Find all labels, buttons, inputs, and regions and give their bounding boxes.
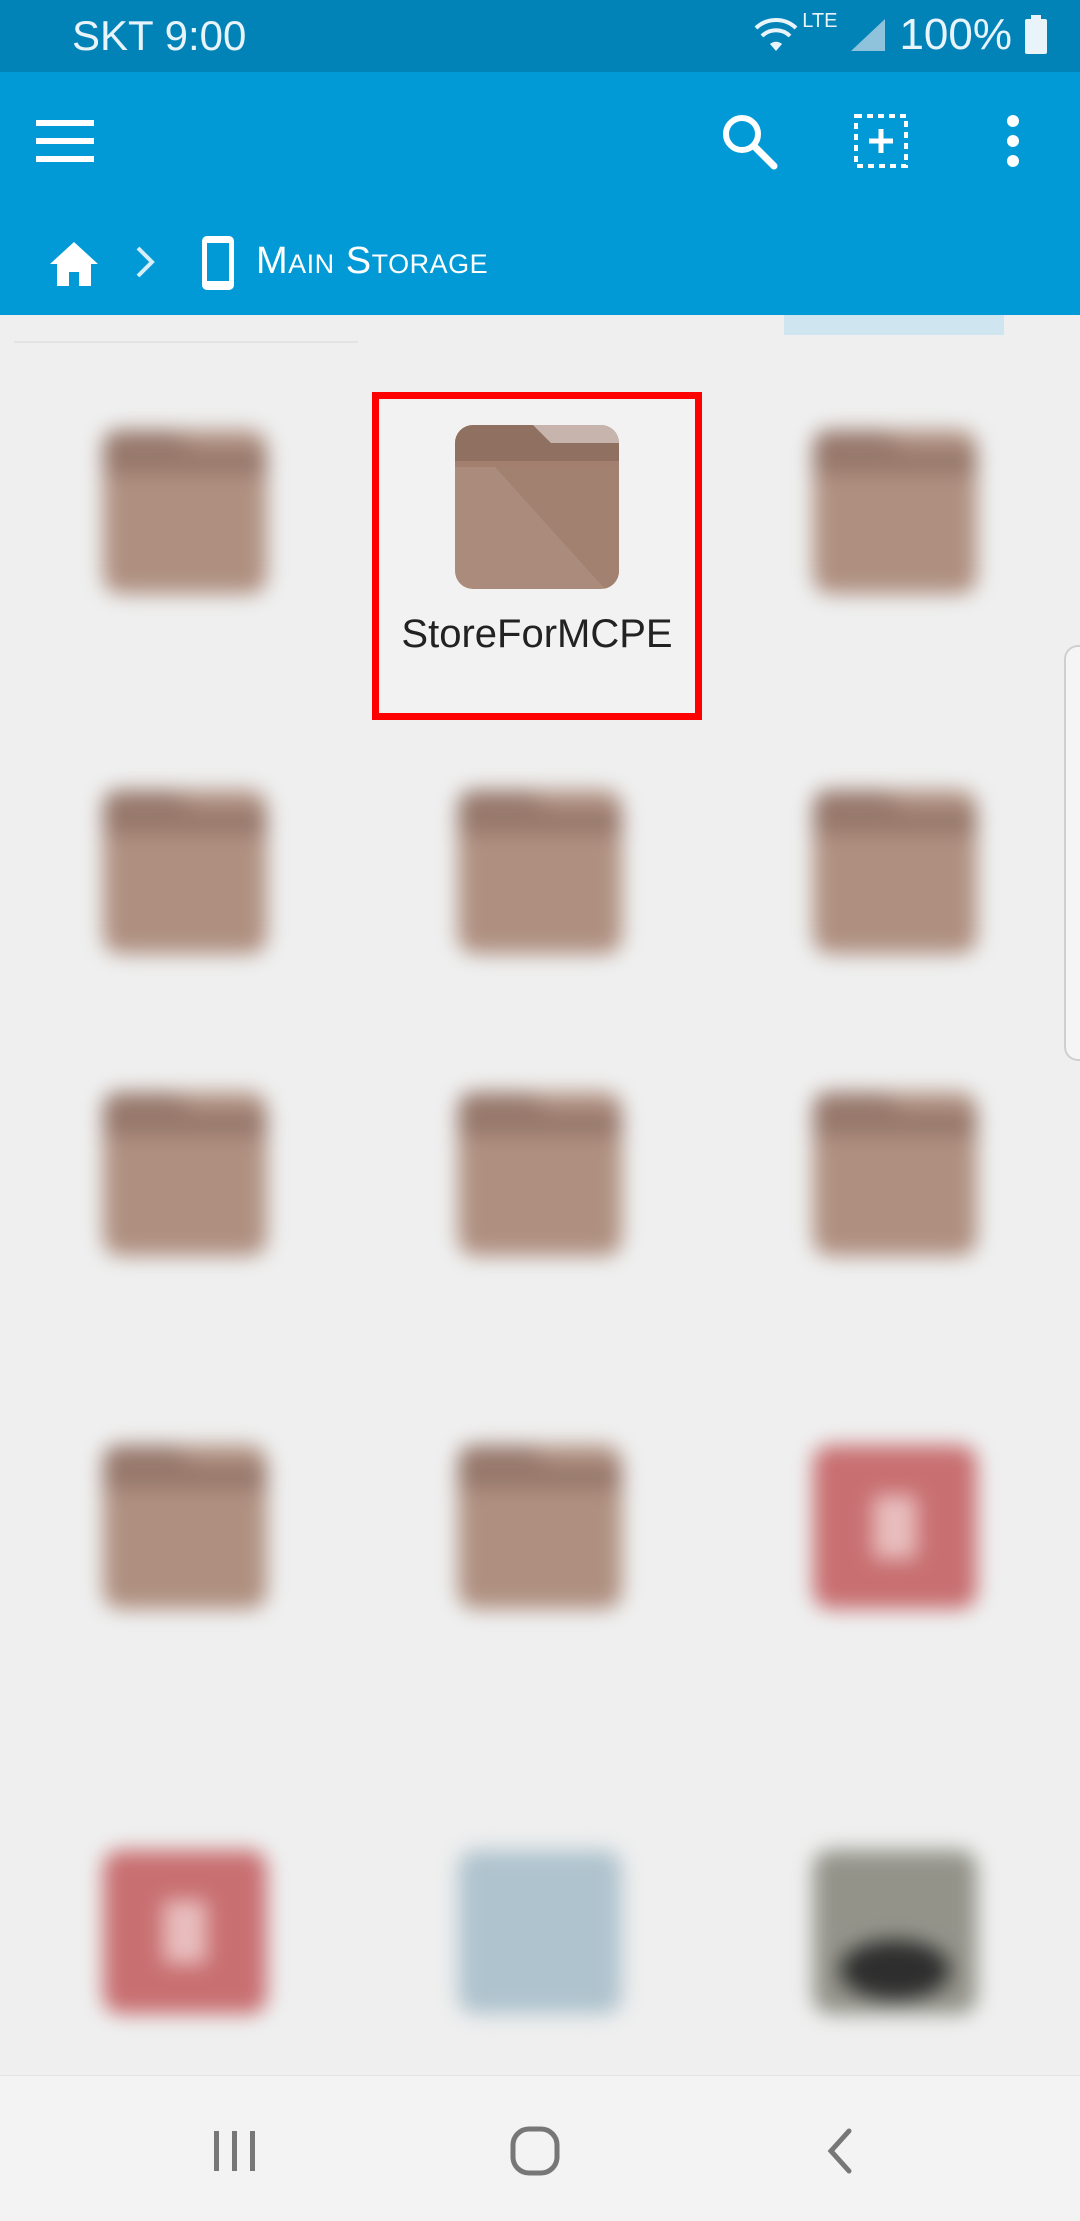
app-bar [0, 72, 1080, 210]
document-icon [813, 1445, 977, 1609]
carrier-time: SKT 9:00 [72, 12, 247, 59]
more-options-button[interactable] [978, 106, 1048, 176]
grid-item[interactable] [20, 1092, 350, 1261]
select-button[interactable] [846, 106, 916, 176]
breadcrumb-main-storage[interactable]: Main Storage [256, 240, 488, 283]
grid-item[interactable] [375, 1092, 705, 1261]
folder-icon [813, 430, 977, 594]
folder-icon [458, 790, 622, 954]
battery-level: 100% [899, 10, 1012, 59]
network-type: LTE [802, 9, 838, 32]
grid-item[interactable] [730, 1850, 1060, 2019]
phone-storage-icon [202, 236, 234, 290]
grid-item[interactable] [20, 430, 350, 599]
folder-icon [813, 790, 977, 954]
breadcrumb: Main Storage [0, 210, 1080, 315]
select-icon [854, 114, 908, 168]
grid-item[interactable] [20, 790, 350, 959]
home-circle-icon [510, 2126, 560, 2176]
home-button[interactable] [500, 2116, 570, 2186]
partial-thumbnail [784, 315, 1004, 335]
grid-item[interactable] [375, 1850, 705, 2019]
menu-icon [36, 120, 94, 162]
grid-item[interactable] [375, 790, 705, 959]
folder-icon [103, 430, 267, 594]
folder-name: StoreForMCPE [401, 612, 673, 656]
back-button[interactable] [805, 2116, 875, 2186]
edge-panel-handle[interactable] [1064, 645, 1080, 1061]
folder-icon [813, 1092, 977, 1256]
folder-icon [103, 1092, 267, 1256]
grid-item[interactable] [375, 1445, 705, 1614]
status-icons: LTE 100% [754, 10, 1048, 60]
grid-item[interactable] [730, 1092, 1060, 1261]
divider [14, 341, 358, 343]
folder-icon [458, 1092, 622, 1256]
selected-folder-item[interactable]: StoreForMCPE [372, 392, 702, 720]
image-thumbnail [813, 1850, 977, 2014]
back-icon [827, 2128, 852, 2174]
recents-icon [214, 2131, 255, 2171]
signal-icon [851, 19, 886, 51]
recents-button[interactable] [200, 2116, 270, 2186]
grid-item[interactable] [20, 1445, 350, 1614]
search-button[interactable] [714, 106, 784, 176]
grid-item[interactable] [730, 1445, 1060, 1614]
battery-icon [1025, 15, 1047, 54]
document-icon [103, 1850, 267, 2014]
wifi-icon [754, 18, 798, 51]
folder-icon [455, 425, 619, 589]
menu-button[interactable] [30, 106, 100, 176]
grid-item[interactable] [730, 430, 1060, 599]
folder-storeformcpe[interactable]: StoreForMCPE [372, 425, 702, 660]
search-icon [723, 115, 778, 170]
more-vert-icon [1007, 115, 1019, 167]
folder-icon [458, 1445, 622, 1609]
navigation-bar [0, 2075, 1080, 2221]
status-bar: SKT 9:00 LTE 100% [0, 0, 1080, 72]
grid-item[interactable] [20, 1850, 350, 2019]
folder-icon [103, 1445, 267, 1609]
grid-item[interactable] [730, 790, 1060, 959]
home-icon[interactable] [46, 236, 102, 292]
file-icon [458, 1850, 622, 2014]
chevron-right-icon [136, 246, 155, 278]
folder-icon [103, 790, 267, 954]
